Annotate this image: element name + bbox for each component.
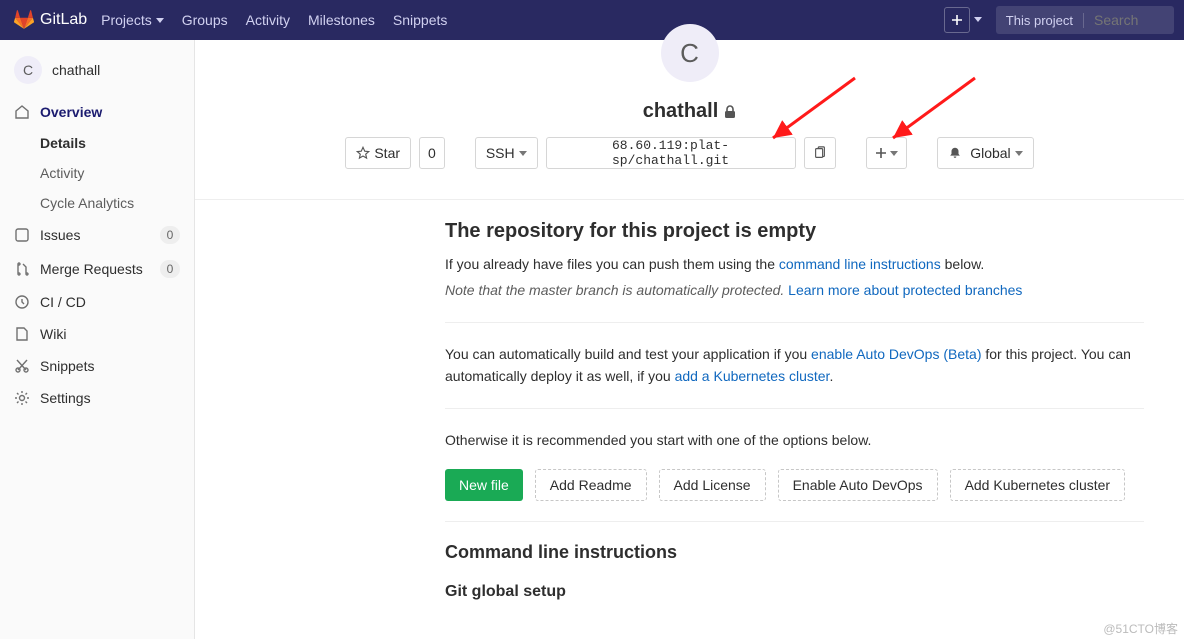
otherwise-text: Otherwise it is recommended you start wi… xyxy=(445,429,1144,451)
protocol-label: SSH xyxy=(486,145,515,161)
nav-milestones[interactable]: Milestones xyxy=(308,12,375,28)
issues-icon xyxy=(14,227,30,243)
sidebar-cicd-label: CI / CD xyxy=(40,294,86,310)
nav-snippets[interactable]: Snippets xyxy=(393,12,447,28)
add-kubernetes-link[interactable]: add a Kubernetes cluster xyxy=(675,368,830,384)
push-instructions-text: If you already have files you can push t… xyxy=(445,253,1144,275)
sidebar-project-name: chathall xyxy=(52,62,100,78)
clone-protocol-dropdown[interactable]: SSH xyxy=(475,137,538,169)
chevron-down-icon xyxy=(1015,151,1023,156)
gitlab-logo[interactable]: GitLab xyxy=(0,10,101,30)
sidebar-snippets-label: Snippets xyxy=(40,358,94,374)
search-box: This project xyxy=(996,6,1174,34)
sidebar-settings-label: Settings xyxy=(40,390,91,406)
brand-text: GitLab xyxy=(40,11,87,29)
sidebar-settings[interactable]: Settings xyxy=(0,382,194,414)
bell-icon xyxy=(948,146,962,160)
protected-branches-link[interactable]: Learn more about protected branches xyxy=(788,282,1022,298)
mrs-count-badge: 0 xyxy=(160,260,180,278)
tanuki-icon xyxy=(14,10,34,30)
enable-autodevops-button[interactable]: Enable Auto DevOps xyxy=(778,469,938,501)
new-file-button[interactable]: New file xyxy=(445,469,523,501)
star-count[interactable]: 0 xyxy=(419,137,445,169)
home-icon xyxy=(14,104,30,120)
nav-projects[interactable]: Projects xyxy=(101,12,164,28)
chevron-down-icon xyxy=(519,151,527,156)
add-kubernetes-button[interactable]: Add Kubernetes cluster xyxy=(950,469,1126,501)
sidebar-details[interactable]: Details xyxy=(0,128,194,158)
star-button[interactable]: Star xyxy=(345,137,411,169)
plus-icon xyxy=(875,147,887,159)
empty-repo-heading: The repository for this project is empty xyxy=(445,220,1144,243)
star-label: Star xyxy=(374,145,400,161)
push-suffix: below. xyxy=(941,256,985,272)
issues-count-badge: 0 xyxy=(160,226,180,244)
sidebar-activity[interactable]: Activity xyxy=(0,158,194,188)
chevron-down-icon xyxy=(890,151,898,156)
notify-label: Global xyxy=(970,145,1010,161)
chevron-down-icon xyxy=(974,17,982,22)
project-title-text: chathall xyxy=(643,100,719,123)
top-navbar: GitLab Projects Groups Activity Mileston… xyxy=(0,0,1184,40)
wiki-icon xyxy=(14,326,30,342)
add-license-button[interactable]: Add License xyxy=(659,469,766,501)
project-sidebar: C chathall Overview Details Activity Cyc… xyxy=(0,40,195,639)
sidebar-cicd[interactable]: CI / CD xyxy=(0,286,194,318)
search-scope[interactable]: This project xyxy=(996,13,1084,28)
copy-icon xyxy=(813,146,827,160)
plus-dropdown[interactable] xyxy=(866,137,908,169)
sidebar-project-header[interactable]: C chathall xyxy=(0,48,194,96)
nav-activity[interactable]: Activity xyxy=(246,12,290,28)
nav-projects-label: Projects xyxy=(101,12,152,28)
chevron-down-icon xyxy=(156,18,164,23)
project-avatar-large: C xyxy=(661,24,719,82)
sidebar-issues[interactable]: Issues 0 xyxy=(0,218,194,252)
merge-request-icon xyxy=(14,261,30,277)
project-title: chathall xyxy=(643,100,737,123)
nav-groups[interactable]: Groups xyxy=(182,12,228,28)
lock-icon xyxy=(724,105,736,119)
sidebar-cycle-analytics[interactable]: Cycle Analytics xyxy=(0,188,194,218)
search-input[interactable] xyxy=(1084,12,1174,28)
cicd-icon xyxy=(14,294,30,310)
auto-suffix: . xyxy=(829,368,833,384)
star-icon xyxy=(356,146,370,160)
auto-prefix: You can automatically build and test you… xyxy=(445,346,811,362)
sidebar-snippets[interactable]: Snippets xyxy=(0,350,194,382)
sidebar-overview[interactable]: Overview xyxy=(0,96,194,128)
sidebar-merge-requests[interactable]: Merge Requests 0 xyxy=(0,252,194,286)
nav-links: Projects Groups Activity Milestones Snip… xyxy=(101,12,447,28)
push-prefix: If you already have files you can push t… xyxy=(445,256,779,272)
sidebar-overview-label: Overview xyxy=(40,104,102,120)
add-readme-button[interactable]: Add Readme xyxy=(535,469,647,501)
cli-instructions-link[interactable]: command line instructions xyxy=(779,256,941,272)
snippets-icon xyxy=(14,358,30,374)
watermark: @51CTO博客 xyxy=(1103,620,1178,637)
new-menu-caret[interactable] xyxy=(974,15,982,26)
enable-autodevops-link[interactable]: enable Auto DevOps (Beta) xyxy=(811,346,981,362)
plus-icon xyxy=(951,14,963,26)
clone-url-text: 68.60.119:plat-sp/chathall.git xyxy=(557,138,785,168)
project-action-row: Star 0 SSH 68.60.119:plat-sp/chathall.gi… xyxy=(195,137,1184,169)
sidebar-wiki-label: Wiki xyxy=(40,326,66,342)
clone-url-field[interactable]: 68.60.119:plat-sp/chathall.git xyxy=(546,137,796,169)
main-content: C chathall Star 0 SSH 68.60.119:plat-sp/… xyxy=(195,40,1184,639)
starter-options-row: New file Add Readme Add License Enable A… xyxy=(445,469,1144,501)
gear-icon xyxy=(14,390,30,406)
project-avatar-small: C xyxy=(14,56,42,84)
note-prefix: Note that the master branch is automatic… xyxy=(445,282,788,298)
protected-branch-note: Note that the master branch is automatic… xyxy=(445,279,1144,301)
git-setup-heading: Git global setup xyxy=(445,583,1144,601)
copy-url-button[interactable] xyxy=(804,137,836,169)
new-menu-button[interactable] xyxy=(944,7,970,33)
cli-heading: Command line instructions xyxy=(445,542,1144,563)
sidebar-wiki[interactable]: Wiki xyxy=(0,318,194,350)
autodevops-text: You can automatically build and test you… xyxy=(445,343,1144,388)
sidebar-issues-label: Issues xyxy=(40,227,80,243)
sidebar-mrs-label: Merge Requests xyxy=(40,261,143,277)
notification-dropdown[interactable]: Global xyxy=(937,137,1033,169)
